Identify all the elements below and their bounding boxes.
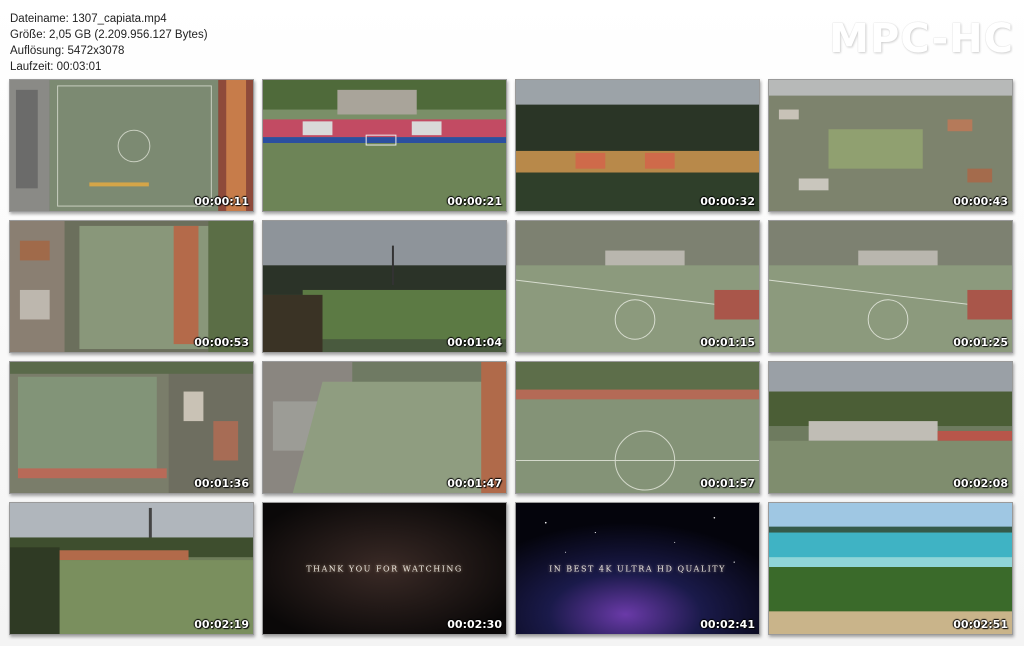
video-thumbnail: 00:01:57	[515, 361, 760, 494]
video-thumbnail: 00:00:32	[515, 79, 760, 212]
thumbnail-frame-image	[10, 80, 253, 211]
video-thumbnail: 00:01:47	[262, 361, 507, 494]
thumbnail-timestamp: 00:02:19	[194, 618, 249, 631]
thumbnail-frame-image	[516, 221, 759, 352]
thumbnail-timestamp: 00:02:08	[953, 477, 1008, 490]
video-thumbnail: THANK YOU FOR WATCHING 00:02:30	[262, 502, 507, 635]
video-thumbnail: 00:02:19	[9, 502, 254, 635]
thumbnail-frame-image	[10, 221, 253, 352]
thumbnail-timestamp: 00:01:57	[700, 477, 755, 490]
thumbnail-timestamp: 00:01:36	[194, 477, 249, 490]
file-duration: Laufzeit: 00:03:01	[10, 61, 102, 73]
video-thumbnail: 00:02:51	[768, 502, 1013, 635]
thumbnail-frame-image	[10, 362, 253, 493]
video-thumbnail: 00:01:25	[768, 220, 1013, 353]
thumbnail-frame-image	[516, 80, 759, 211]
thumbnail-frame-image	[769, 80, 1012, 211]
thumbnail-grid: 00:00:11 00:00:21 00:00:32 00:00:43 00:0…	[9, 79, 1013, 635]
video-thumbnail: 00:02:08	[768, 361, 1013, 494]
thumbnail-timestamp: 00:01:04	[447, 336, 502, 349]
thumbnail-timestamp: 00:00:11	[194, 195, 249, 208]
video-thumbnail: 00:00:53	[9, 220, 254, 353]
thumbnail-timestamp: 00:01:47	[447, 477, 502, 490]
video-thumbnail: 00:01:04	[262, 220, 507, 353]
video-thumbnail: 00:01:15	[515, 220, 760, 353]
video-thumbnail: 00:00:11	[9, 79, 254, 212]
video-thumbnail: 00:00:43	[768, 79, 1013, 212]
thumbnail-frame-image	[769, 503, 1012, 634]
thumbnail-frame-image	[516, 362, 759, 493]
thumbnail-timestamp: 00:02:30	[447, 618, 502, 631]
thumbnail-frame-image	[769, 362, 1012, 493]
thumbnail-overlay-text: THANK YOU FOR WATCHING	[306, 564, 463, 573]
video-thumbnail: 00:00:21	[262, 79, 507, 212]
thumbnail-frame-image	[263, 362, 506, 493]
video-thumbnail: IN BEST 4K ULTRA HD QUALITY 00:02:41	[515, 502, 760, 635]
video-thumbnail: 00:01:36	[9, 361, 254, 494]
thumbnail-timestamp: 00:00:32	[700, 195, 755, 208]
file-resolution: Auflösung: 5472x3078	[10, 45, 125, 57]
thumbnail-timestamp: 00:00:21	[447, 195, 502, 208]
thumbnail-timestamp: 00:02:51	[953, 618, 1008, 631]
thumbnail-frame-image	[263, 80, 506, 211]
thumbnail-frame-image	[10, 503, 253, 634]
thumbnail-timestamp: 00:02:41	[700, 618, 755, 631]
thumbnail-timestamp: 00:01:25	[953, 336, 1008, 349]
thumbnail-overlay-text: IN BEST 4K ULTRA HD QUALITY	[549, 564, 726, 573]
thumbnail-timestamp: 00:00:53	[194, 336, 249, 349]
file-size: Größe: 2,05 GB (2.209.956.127 Bytes)	[10, 29, 208, 41]
thumbnail-frame-image	[263, 221, 506, 352]
brand-logo: MPC-HC	[829, 16, 1014, 62]
file-info: Dateiname: 1307_capiata.mp4 Größe: 2,05 …	[10, 11, 208, 75]
thumbnail-timestamp: 00:01:15	[700, 336, 755, 349]
file-name: Dateiname: 1307_capiata.mp4	[10, 13, 167, 25]
thumbnail-timestamp: 00:00:43	[953, 195, 1008, 208]
thumbnail-frame-image	[769, 221, 1012, 352]
